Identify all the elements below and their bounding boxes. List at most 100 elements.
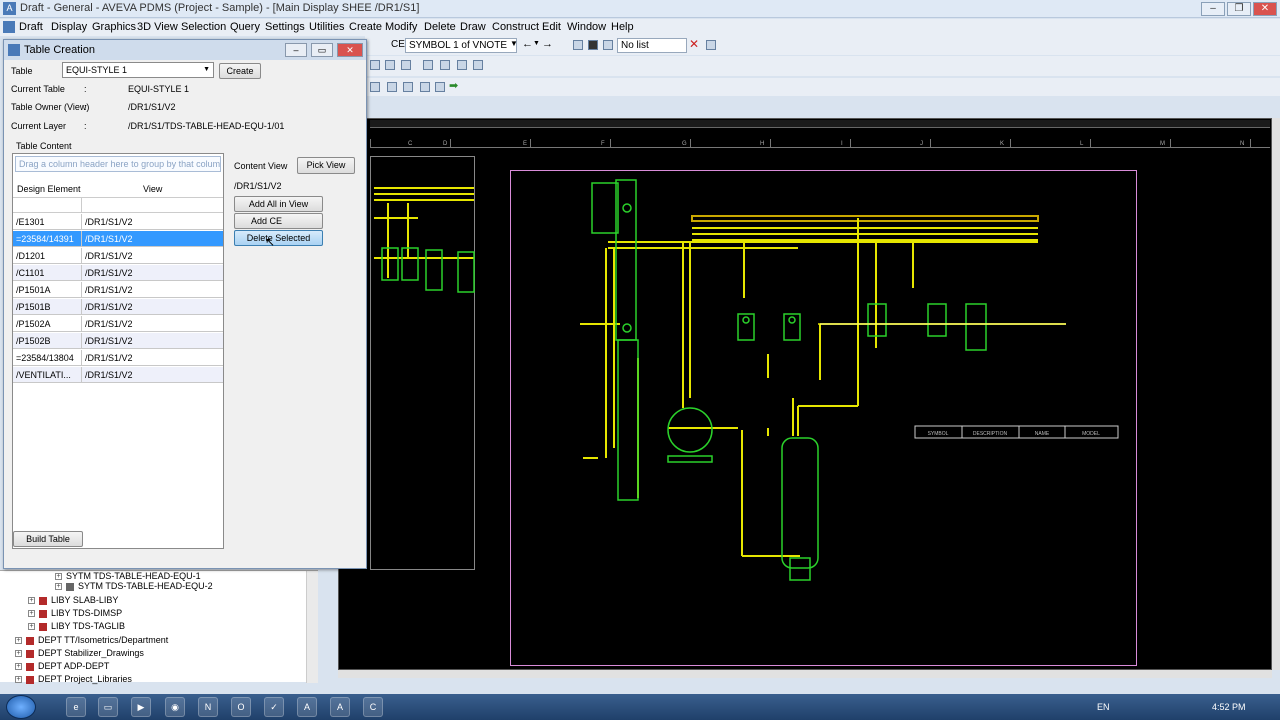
menu-query[interactable]: Query — [230, 21, 260, 33]
tree-node[interactable]: + LIBY SLAB-LIBY — [28, 595, 118, 605]
chrome-icon[interactable]: ◉ — [165, 697, 185, 717]
menu-graphics[interactable]: Graphics — [92, 21, 136, 33]
table-row[interactable]: /E1301/DR1/S1/V2 — [13, 214, 223, 230]
text-tool-icon[interactable] — [473, 60, 483, 70]
add-all-in-view-button[interactable]: Add All in View — [234, 196, 323, 212]
print-icon[interactable] — [706, 40, 716, 50]
expand-icon[interactable]: + — [15, 650, 22, 658]
folder-icon[interactable]: ▭ — [98, 697, 118, 717]
tree-node[interactable]: + DEPT TT/Isometrics/Department — [15, 635, 168, 645]
menu-3d-view[interactable]: 3D View — [137, 21, 178, 33]
minimize-button[interactable]: – — [1201, 2, 1225, 16]
tree-node[interactable]: + DEPT Stabilizer_Drawings — [15, 648, 144, 658]
menu-delete[interactable]: Delete — [424, 21, 456, 33]
tree-scrollbar[interactable] — [306, 571, 318, 683]
table-row[interactable]: =23584/13804/DR1/S1/V2 — [13, 350, 223, 366]
menu-modify[interactable]: Modify — [385, 21, 417, 33]
align-icon[interactable] — [370, 82, 380, 92]
delete-icon[interactable]: ✕ — [689, 37, 699, 51]
language-indicator[interactable]: EN — [1097, 702, 1110, 712]
text-tool-icon[interactable] — [385, 60, 395, 70]
expand-icon[interactable]: + — [15, 637, 22, 645]
expand-icon[interactable]: + — [28, 610, 35, 618]
menu-window[interactable]: Window — [567, 21, 606, 33]
piping-drawing[interactable]: SYMBOL DESCRIPTION NAME MODEL C D E F G … — [338, 118, 1272, 670]
pick-view-button[interactable]: Pick View — [297, 157, 355, 174]
menu-utilities[interactable]: Utilities — [309, 21, 344, 33]
align-icon[interactable] — [387, 82, 397, 92]
forward-arrow-icon[interactable]: → — [542, 38, 553, 50]
menu-display[interactable]: Display — [51, 21, 87, 33]
table-row[interactable]: /P1502B/DR1/S1/V2 — [13, 333, 223, 349]
tree-node[interactable]: + LIBY TDS-DIMSP — [28, 608, 122, 618]
align-icon[interactable] — [435, 82, 445, 92]
expand-icon[interactable]: + — [15, 676, 22, 684]
menu-settings[interactable]: Settings — [265, 21, 305, 33]
menu-selection[interactable]: Selection — [181, 21, 226, 33]
tree-node[interactable]: + LIBY TDS-TAGLIB — [28, 621, 125, 631]
text-tool-icon[interactable] — [440, 60, 450, 70]
filter-row[interactable] — [13, 197, 223, 213]
table-row[interactable]: /C1101/DR1/S1/V2 — [13, 265, 223, 281]
align-icon[interactable] — [403, 82, 413, 92]
project-icon[interactable]: ✓ — [264, 697, 284, 717]
aveva-icon[interactable]: A — [297, 697, 317, 717]
back-arrow-icon[interactable]: ← — [522, 38, 533, 50]
table-row[interactable]: /P1502A/DR1/S1/V2 — [13, 316, 223, 332]
expand-icon[interactable]: + — [55, 573, 62, 581]
text-tool-icon[interactable] — [457, 60, 467, 70]
horizontal-scrollbar[interactable] — [338, 670, 1272, 678]
create-button[interactable]: Create — [219, 63, 261, 79]
chevron-down-icon[interactable]: ▼ — [533, 40, 540, 47]
table-style-select[interactable]: EQUI-STYLE 1 ▼ — [62, 62, 214, 78]
clock[interactable]: 4:52 PM — [1212, 702, 1246, 712]
aveva-icon[interactable]: C — [363, 697, 383, 717]
chevron-down-icon[interactable]: ▼ — [203, 63, 210, 77]
vertical-scrollbar[interactable] — [1272, 118, 1280, 670]
menu-edit[interactable]: Edit — [542, 21, 561, 33]
table-row[interactable]: /VENTILATI.../DR1/S1/V2 — [13, 367, 223, 383]
start-button[interactable] — [6, 695, 36, 719]
tree-node[interactable]: + DEPT ADP-DEPT — [15, 661, 109, 671]
ie-icon[interactable]: e — [66, 697, 86, 717]
media-player-icon[interactable]: ▶ — [131, 697, 151, 717]
column-header-view[interactable]: View — [143, 184, 162, 194]
explorer-tree[interactable]: + SYTM TDS-TABLE-HEAD-EQU-1 + SYTM TDS-TAB… — [0, 570, 318, 684]
menu-help[interactable]: Help — [611, 21, 634, 33]
text-tool-icon[interactable] — [370, 60, 380, 70]
dialog-close-button[interactable]: ✕ — [337, 43, 363, 57]
tree-node[interactable]: + SYTM TDS-TABLE-HEAD-EQU-2 — [55, 581, 213, 591]
table-row[interactable]: /P1501B/DR1/S1/V2 — [13, 299, 223, 315]
group-by-area[interactable]: Drag a column header here to group by th… — [15, 156, 221, 172]
chevron-down-icon[interactable]: ▼ — [510, 39, 518, 48]
expand-icon[interactable]: + — [28, 623, 35, 631]
tree-node[interactable]: + DEPT Project_Libraries — [15, 674, 132, 684]
list-selector[interactable]: No list — [617, 38, 687, 53]
save-icon[interactable] — [588, 40, 598, 50]
add-ce-button[interactable]: Add CE — [234, 213, 323, 229]
column-header-design-element[interactable]: Design Element — [17, 184, 81, 194]
expand-icon[interactable]: + — [15, 663, 22, 671]
align-icon[interactable] — [420, 82, 430, 92]
table-row-selected[interactable]: =23584/14391/DR1/S1/V2 — [13, 231, 223, 247]
expand-icon[interactable]: + — [55, 583, 62, 591]
table-row[interactable]: /D1201/DR1/S1/V2 — [13, 248, 223, 264]
aveva-icon[interactable]: A — [330, 697, 350, 717]
menu-create[interactable]: Create — [349, 21, 382, 33]
onenote-icon[interactable]: N — [198, 697, 218, 717]
dialog-maximize-button[interactable]: ▭ — [311, 43, 333, 57]
ce-selector[interactable]: SYMBOL 1 of VNOTE — [405, 38, 517, 53]
table-row[interactable]: /P1501A/DR1/S1/V2 — [13, 282, 223, 298]
tree-node[interactable]: + SYTM TDS-TABLE-HEAD-EQU-1 — [55, 571, 201, 581]
menu-draw[interactable]: Draw — [460, 21, 486, 33]
maximize-button[interactable]: ❐ — [1227, 2, 1251, 16]
delete-selected-button[interactable]: Delete Selected — [234, 230, 323, 246]
link-icon[interactable] — [573, 40, 583, 50]
menu-draft[interactable]: Draft — [19, 21, 43, 33]
forward-arrow-icon[interactable]: ➡ — [449, 79, 458, 92]
list-icon[interactable] — [603, 40, 613, 50]
menu-construct[interactable]: Construct — [492, 21, 539, 33]
text-tool-icon[interactable] — [401, 60, 411, 70]
dialog-minimize-button[interactable]: – — [285, 43, 307, 57]
outlook-icon[interactable]: O — [231, 697, 251, 717]
